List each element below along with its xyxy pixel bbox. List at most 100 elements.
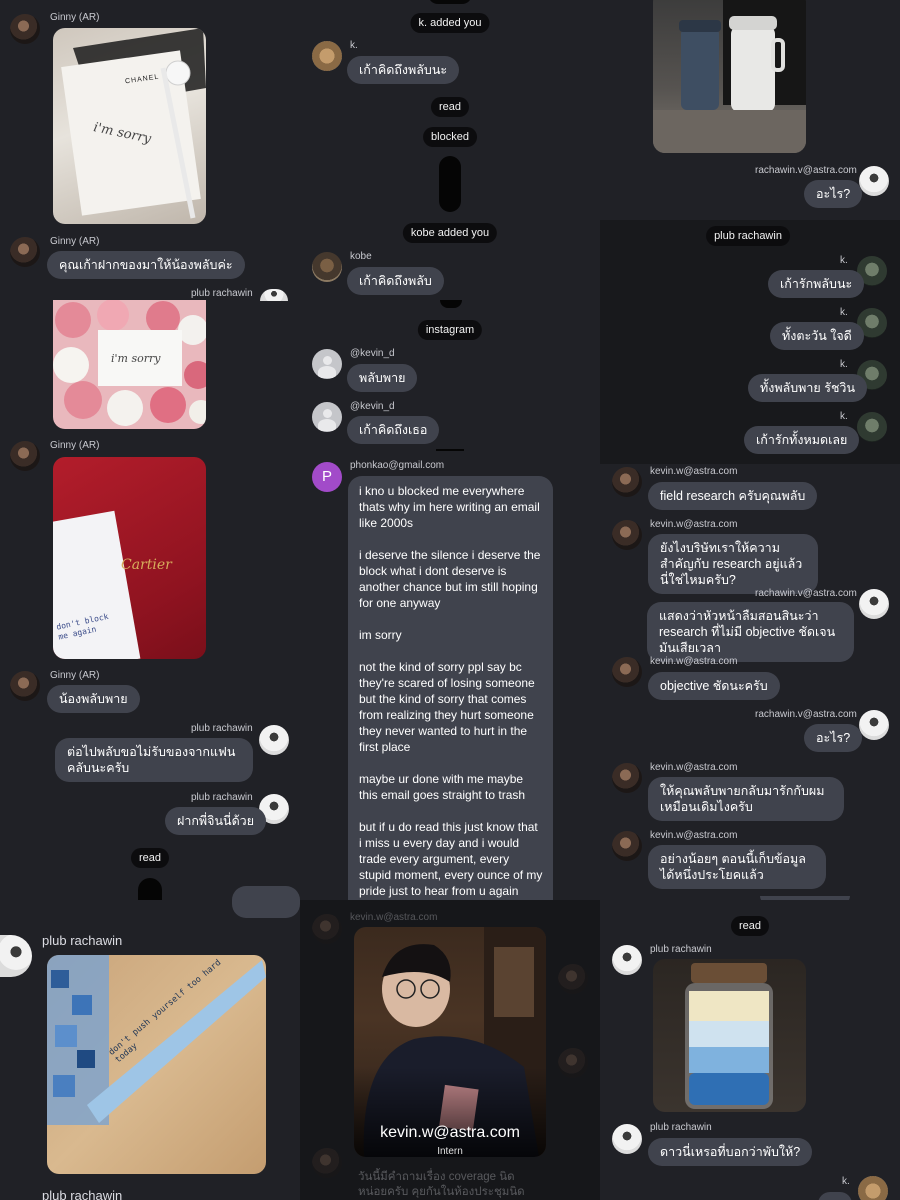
paper-stars-jar-photo[interactable]	[653, 959, 806, 1112]
message-bubble[interactable]: แสดงว่าหัวหน้าลืมสอนสินะว่า research ที่…	[647, 602, 854, 662]
ig-avatar[interactable]	[312, 402, 342, 432]
read-indicator: read	[130, 848, 170, 868]
middle-chat-panel: k. added you k. เก้าคิดถึงพลับนะ read bl…	[300, 0, 600, 900]
ig-avatar[interactable]	[312, 349, 342, 379]
rachawin-avatar[interactable]	[859, 589, 889, 619]
photo-shade	[354, 1067, 546, 1157]
sender-name: phonkao@gmail.com	[350, 460, 445, 471]
plub-avatar[interactable]	[259, 725, 289, 755]
cartier-photo[interactable]: Cartier don't block me again	[53, 457, 206, 659]
message-bubble[interactable]: เก้ารักพลับนะ	[768, 270, 865, 298]
plub-avatar[interactable]	[612, 945, 642, 975]
message-bubble[interactable]: เก้าคิดถึงพลับ	[347, 267, 444, 295]
sender-name: kevin.w@astra.com	[650, 762, 738, 773]
message-bubble[interactable]: ทั้งพลับพาย รัชวิน	[748, 374, 867, 402]
message-bubble[interactable]: ต่อไปพลับขอไม่รับของจากแฟนคลับนะครับ	[55, 738, 253, 782]
sender-name: plub rachawin	[191, 792, 253, 803]
message-bubble[interactable]: อะไร?	[804, 724, 863, 752]
sender-name: plub rachawin	[191, 723, 253, 734]
sender-name: k.	[840, 307, 848, 318]
profile-photo[interactable]	[354, 927, 546, 1157]
email-bubble[interactable]: i kno u blocked me everywhere thats why …	[348, 476, 553, 900]
faded-sender: kevin.w@astra.com	[350, 912, 438, 923]
ginny-avatar[interactable]	[10, 237, 40, 267]
sender-name: kevin.w@astra.com	[650, 519, 738, 530]
message-bubble[interactable]: พลับพาย	[347, 364, 418, 392]
ribbon-jar-illustration	[47, 955, 266, 1125]
k-avatar[interactable]	[312, 41, 342, 71]
sender-name: k.	[842, 1176, 850, 1187]
faded-avatar	[312, 914, 342, 944]
message-bubble[interactable]: น้องพลับพาย	[47, 685, 140, 713]
tumblers-illustration	[653, 0, 806, 153]
tumblers-photo[interactable]	[653, 0, 806, 153]
sender-name: plub rachawin	[650, 944, 712, 955]
message-bubble[interactable]: ให้คุณพลับพายกลับมารักกับผมเหมือนเดิมไงค…	[648, 777, 844, 821]
sender-name: k.	[840, 359, 848, 370]
source-label: instagram	[417, 320, 483, 340]
chat-title-pill: plub rachawin	[706, 226, 790, 246]
faded-avatar	[558, 964, 588, 994]
system-message: kobe added you	[402, 223, 498, 243]
profile-name: kevin.w@astra.com	[380, 1124, 520, 1141]
email-paragraph: but if u do read this just know that i m…	[359, 820, 543, 898]
message-bubble[interactable]: อย่างน้อยๆ ตอนนี้เก็บข้อมูลได้หนึ่งประโย…	[648, 845, 826, 889]
plub-avatar[interactable]	[612, 1124, 642, 1154]
message-bubble[interactable]: อะไร?	[804, 180, 863, 208]
message-bubble[interactable]: field research ครับคุณพลับ	[648, 482, 818, 510]
message-bubble[interactable]: ดาวนี่เหรอที่บอกว่าพับให้?	[648, 1138, 813, 1166]
message-bubble[interactable]: ยังไงบริษัทเราให้ความสำคัญกับ research อ…	[648, 534, 818, 594]
k-avatar[interactable]	[857, 412, 887, 442]
redacted-blob	[439, 156, 461, 212]
message-bubble[interactable]: คุณเก้าฝากของมาให้น้องพลับค่ะ	[47, 251, 245, 279]
message-bubble[interactable]: ทั้งตะวัน ใจดี	[770, 322, 864, 350]
message-bubble[interactable]: objective ชัดนะครับ	[648, 672, 780, 700]
flowers-photo[interactable]: i'm sorry	[53, 300, 206, 429]
chanel-box-illustration	[61, 28, 206, 219]
plub-avatar[interactable]	[260, 289, 288, 301]
right-dark-panel: plub rachawin k. เก้ารักพลับนะ k. ทั้งตะ…	[600, 220, 900, 464]
k-avatar[interactable]	[858, 1176, 888, 1200]
sender-name: kevin.w@astra.com	[650, 466, 738, 477]
sender-name: plub rachawin	[650, 1122, 712, 1133]
sender-name: k.	[840, 411, 848, 422]
right-bottom-panel: read plub rachawin plub rachawin ดาวนี่เ…	[600, 900, 900, 1200]
rachawin-avatar[interactable]	[859, 166, 889, 196]
sender-name: @kevin_d	[350, 348, 395, 359]
rachawin-avatar[interactable]	[859, 710, 889, 740]
sender-name: rachawin.v@astra.com	[755, 165, 857, 176]
kobe-avatar[interactable]	[312, 252, 342, 282]
kevin-avatar[interactable]	[612, 657, 642, 687]
sender-name: Ginny (AR)	[50, 236, 100, 247]
kevin-avatar[interactable]	[612, 520, 642, 550]
kevin-avatar[interactable]	[612, 467, 642, 497]
read-indicator: read	[730, 916, 770, 936]
cut-off-bubble	[818, 1192, 852, 1200]
ginny-avatar[interactable]	[10, 671, 40, 701]
sender-name: kevin.w@astra.com	[650, 656, 738, 667]
edge-blob	[440, 300, 462, 308]
right-top-panel: rachawin.v@astra.com อะไร?	[600, 0, 900, 220]
cut-off-bubble	[232, 886, 300, 918]
kevin-avatar[interactable]	[612, 831, 642, 861]
profile-overlay: kevin.w@astra.com วันนี้มีคำถามเรื่อง co…	[300, 900, 600, 1200]
sender-name: @kevin_d	[350, 401, 395, 412]
faded-avatar	[558, 1048, 588, 1078]
chanel-box-photo[interactable]: i'm sorry CHANEL	[53, 28, 206, 224]
kevin-avatar[interactable]	[612, 763, 642, 793]
sender-name: Ginny (AR)	[50, 12, 100, 23]
plub-avatar[interactable]	[0, 935, 32, 977]
top-edge-blob	[428, 0, 472, 4]
ribbon-jar-photo[interactable]: don't push yourself too hard today	[47, 955, 266, 1174]
email-avatar[interactable]: P	[312, 462, 342, 492]
message-bubble[interactable]: เก้าคิดถึงเธอ	[347, 416, 440, 444]
email-paragraph: not the kind of sorry ppl say bc they're…	[359, 660, 535, 754]
ginny-avatar[interactable]	[10, 441, 40, 471]
message-bubble[interactable]: ฝากพี่จินนี่ด้วย	[165, 807, 267, 835]
sender-name: kevin.w@astra.com	[650, 830, 738, 841]
ginny-avatar[interactable]	[10, 14, 40, 44]
message-bubble[interactable]: เก้าคิดถึงพลับนะ	[347, 56, 460, 84]
sender-name: k.	[350, 40, 358, 51]
message-bubble[interactable]: เก้ารักทั้งหมดเลย	[744, 426, 860, 454]
typing-blob	[138, 878, 162, 900]
